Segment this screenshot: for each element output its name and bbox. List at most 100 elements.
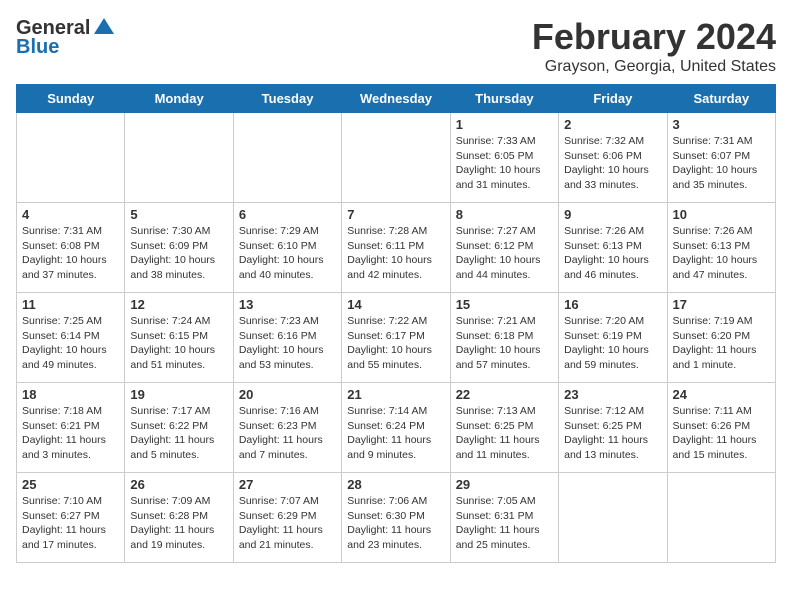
calendar-cell: 19 Sunrise: 7:17 AM Sunset: 6:22 PM Dayli… xyxy=(125,383,233,473)
calendar-cell: 7 Sunrise: 7:28 AM Sunset: 6:11 PM Daylig… xyxy=(342,203,450,293)
calendar-cell: 6 Sunrise: 7:29 AM Sunset: 6:10 PM Daylig… xyxy=(233,203,341,293)
day-number: 17 xyxy=(673,297,770,312)
weekday-header-tuesday: Tuesday xyxy=(233,85,341,113)
weekday-header-friday: Friday xyxy=(559,85,667,113)
day-number: 26 xyxy=(130,477,227,492)
calendar-cell xyxy=(125,113,233,203)
day-info: Sunrise: 7:21 AM Sunset: 6:18 PM Dayligh… xyxy=(456,314,553,373)
day-info: Sunrise: 7:25 AM Sunset: 6:14 PM Dayligh… xyxy=(22,314,119,373)
weekday-header-monday: Monday xyxy=(125,85,233,113)
day-info: Sunrise: 7:09 AM Sunset: 6:28 PM Dayligh… xyxy=(130,494,227,553)
calendar-cell: 12 Sunrise: 7:24 AM Sunset: 6:15 PM Dayli… xyxy=(125,293,233,383)
day-info: Sunrise: 7:20 AM Sunset: 6:19 PM Dayligh… xyxy=(564,314,661,373)
title-section: February 2024 Grayson, Georgia, United S… xyxy=(532,16,776,76)
day-number: 2 xyxy=(564,117,661,132)
calendar-cell: 2 Sunrise: 7:32 AM Sunset: 6:06 PM Daylig… xyxy=(559,113,667,203)
day-info: Sunrise: 7:32 AM Sunset: 6:06 PM Dayligh… xyxy=(564,134,661,193)
week-row-5: 25 Sunrise: 7:10 AM Sunset: 6:27 PM Dayli… xyxy=(17,473,776,563)
weekday-header-row: SundayMondayTuesdayWednesdayThursdayFrid… xyxy=(17,85,776,113)
weekday-header-saturday: Saturday xyxy=(667,85,775,113)
day-info: Sunrise: 7:05 AM Sunset: 6:31 PM Dayligh… xyxy=(456,494,553,553)
day-info: Sunrise: 7:33 AM Sunset: 6:05 PM Dayligh… xyxy=(456,134,553,193)
day-number: 23 xyxy=(564,387,661,402)
day-info: Sunrise: 7:13 AM Sunset: 6:25 PM Dayligh… xyxy=(456,404,553,463)
calendar-cell: 21Sunrise: 7:14 AM Sunset: 6:24 PM Dayli… xyxy=(342,383,450,473)
calendar-cell: 23 Sunrise: 7:12 AM Sunset: 6:25 PM Dayli… xyxy=(559,383,667,473)
calendar-table: SundayMondayTuesdayWednesdayThursdayFrid… xyxy=(16,84,776,563)
day-info: Sunrise: 7:10 AM Sunset: 6:27 PM Dayligh… xyxy=(22,494,119,553)
day-info: Sunrise: 7:28 AM Sunset: 6:11 PM Dayligh… xyxy=(347,224,444,283)
day-info: Sunrise: 7:06 AM Sunset: 6:30 PM Dayligh… xyxy=(347,494,444,553)
calendar-cell: 11 Sunrise: 7:25 AM Sunset: 6:14 PM Dayli… xyxy=(17,293,125,383)
day-info: Sunrise: 7:11 AM Sunset: 6:26 PM Dayligh… xyxy=(673,404,770,463)
calendar-cell: 4 Sunrise: 7:31 AM Sunset: 6:08 PM Daylig… xyxy=(17,203,125,293)
day-number: 1 xyxy=(456,117,553,132)
week-row-2: 4 Sunrise: 7:31 AM Sunset: 6:08 PM Daylig… xyxy=(17,203,776,293)
day-number: 4 xyxy=(22,207,119,222)
day-info: Sunrise: 7:31 AM Sunset: 6:07 PM Dayligh… xyxy=(673,134,770,193)
calendar-cell: 28Sunrise: 7:06 AM Sunset: 6:30 PM Dayli… xyxy=(342,473,450,563)
day-number: 7 xyxy=(347,207,444,222)
calendar-cell xyxy=(233,113,341,203)
calendar-cell: 18Sunrise: 7:18 AM Sunset: 6:21 PM Dayli… xyxy=(17,383,125,473)
weekday-header-sunday: Sunday xyxy=(17,85,125,113)
calendar-cell: 22 Sunrise: 7:13 AM Sunset: 6:25 PM Dayli… xyxy=(450,383,558,473)
day-number: 18 xyxy=(22,387,119,402)
logo: General Blue xyxy=(16,16,116,59)
calendar-cell: 15 Sunrise: 7:21 AM Sunset: 6:18 PM Dayli… xyxy=(450,293,558,383)
calendar-cell xyxy=(667,473,775,563)
day-number: 20 xyxy=(239,387,336,402)
weekday-header-wednesday: Wednesday xyxy=(342,85,450,113)
day-info: Sunrise: 7:17 AM Sunset: 6:22 PM Dayligh… xyxy=(130,404,227,463)
day-number: 24 xyxy=(673,387,770,402)
day-info: Sunrise: 7:12 AM Sunset: 6:25 PM Dayligh… xyxy=(564,404,661,463)
day-info: Sunrise: 7:23 AM Sunset: 6:16 PM Dayligh… xyxy=(239,314,336,373)
day-number: 29 xyxy=(456,477,553,492)
calendar-cell: 9Sunrise: 7:26 AM Sunset: 6:13 PM Daylig… xyxy=(559,203,667,293)
day-number: 12 xyxy=(130,297,227,312)
day-number: 13 xyxy=(239,297,336,312)
calendar-cell xyxy=(559,473,667,563)
week-row-4: 18Sunrise: 7:18 AM Sunset: 6:21 PM Dayli… xyxy=(17,383,776,473)
day-info: Sunrise: 7:07 AM Sunset: 6:29 PM Dayligh… xyxy=(239,494,336,553)
calendar-cell: 8 Sunrise: 7:27 AM Sunset: 6:12 PM Daylig… xyxy=(450,203,558,293)
day-number: 25 xyxy=(22,477,119,492)
calendar-cell: 24 Sunrise: 7:11 AM Sunset: 6:26 PM Dayli… xyxy=(667,383,775,473)
calendar-title: February 2024 xyxy=(532,16,776,58)
day-number: 22 xyxy=(456,387,553,402)
calendar-cell: 16 Sunrise: 7:20 AM Sunset: 6:19 PM Dayli… xyxy=(559,293,667,383)
day-number: 16 xyxy=(564,297,661,312)
calendar-cell xyxy=(342,113,450,203)
day-number: 6 xyxy=(239,207,336,222)
page-header: General Blue February 2024 Grayson, Geor… xyxy=(16,16,776,76)
calendar-subtitle: Grayson, Georgia, United States xyxy=(532,58,776,76)
calendar-cell: 17Sunrise: 7:19 AM Sunset: 6:20 PM Dayli… xyxy=(667,293,775,383)
day-info: Sunrise: 7:26 AM Sunset: 6:13 PM Dayligh… xyxy=(673,224,770,283)
day-number: 3 xyxy=(673,117,770,132)
calendar-cell: 5 Sunrise: 7:30 AM Sunset: 6:09 PM Daylig… xyxy=(125,203,233,293)
day-info: Sunrise: 7:16 AM Sunset: 6:23 PM Dayligh… xyxy=(239,404,336,463)
day-number: 5 xyxy=(130,207,227,222)
day-number: 11 xyxy=(22,297,119,312)
logo-icon xyxy=(92,16,116,40)
day-number: 8 xyxy=(456,207,553,222)
day-info: Sunrise: 7:29 AM Sunset: 6:10 PM Dayligh… xyxy=(239,224,336,283)
day-number: 21 xyxy=(347,387,444,402)
calendar-cell: 14Sunrise: 7:22 AM Sunset: 6:17 PM Dayli… xyxy=(342,293,450,383)
week-row-1: 1 Sunrise: 7:33 AM Sunset: 6:05 PM Daylig… xyxy=(17,113,776,203)
day-number: 10 xyxy=(673,207,770,222)
day-number: 14 xyxy=(347,297,444,312)
calendar-cell: 27 Sunrise: 7:07 AM Sunset: 6:29 PM Dayli… xyxy=(233,473,341,563)
week-row-3: 11 Sunrise: 7:25 AM Sunset: 6:14 PM Dayli… xyxy=(17,293,776,383)
day-info: Sunrise: 7:31 AM Sunset: 6:08 PM Dayligh… xyxy=(22,224,119,283)
calendar-cell: 26 Sunrise: 7:09 AM Sunset: 6:28 PM Dayli… xyxy=(125,473,233,563)
day-number: 19 xyxy=(130,387,227,402)
day-number: 27 xyxy=(239,477,336,492)
day-info: Sunrise: 7:24 AM Sunset: 6:15 PM Dayligh… xyxy=(130,314,227,373)
calendar-cell: 10 Sunrise: 7:26 AM Sunset: 6:13 PM Dayli… xyxy=(667,203,775,293)
day-info: Sunrise: 7:27 AM Sunset: 6:12 PM Dayligh… xyxy=(456,224,553,283)
day-number: 15 xyxy=(456,297,553,312)
day-info: Sunrise: 7:30 AM Sunset: 6:09 PM Dayligh… xyxy=(130,224,227,283)
calendar-cell: 25 Sunrise: 7:10 AM Sunset: 6:27 PM Dayli… xyxy=(17,473,125,563)
calendar-cell: 29 Sunrise: 7:05 AM Sunset: 6:31 PM Dayli… xyxy=(450,473,558,563)
